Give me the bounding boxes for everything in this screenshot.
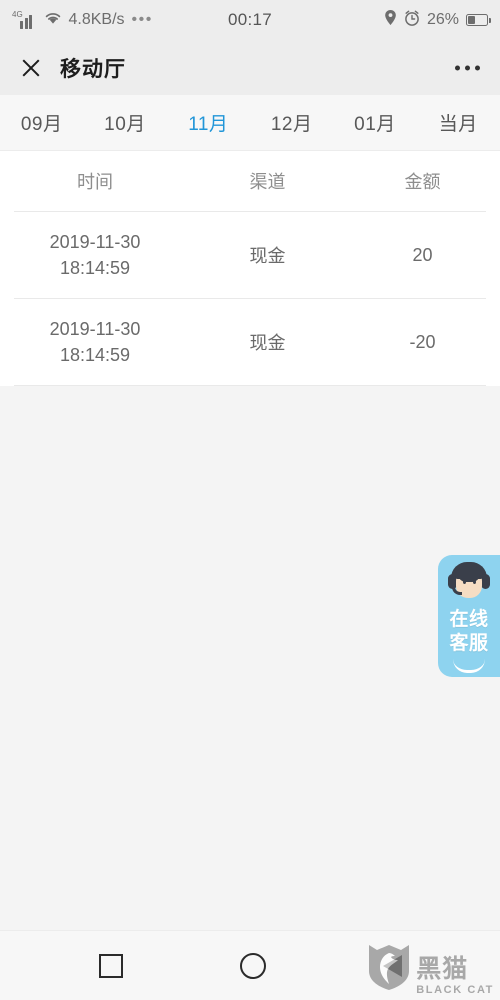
- watermark-en-text: BLACK CAT: [416, 984, 494, 996]
- phone-screen: 4G 4.8KB/s ••• 00:17 26% 移动厅 09月 10月 11月…: [0, 0, 500, 1000]
- cell-date: 2019-11-30: [49, 319, 141, 339]
- cell-time: 18:14:59: [59, 345, 131, 365]
- smile-arc-icon: [453, 659, 485, 673]
- battery-percent-label: 26%: [426, 11, 459, 28]
- column-header-amount: 金额: [404, 172, 441, 192]
- cell-date: 2019-11-30: [49, 232, 141, 252]
- cell-datetime: 2019-11-30 18:14:59: [0, 229, 190, 281]
- cell-time: 18:14:59: [59, 258, 131, 278]
- column-header-time: 时间: [77, 172, 113, 192]
- tab-month-01[interactable]: 01月: [333, 109, 416, 136]
- app-header: 移动厅: [0, 40, 500, 95]
- watermark-cn-text: 黑猫: [416, 955, 469, 983]
- more-options-icon[interactable]: [455, 65, 480, 70]
- table-header-row: 时间 渠道 金额: [0, 151, 500, 211]
- customer-service-label-line1: 在线: [449, 609, 489, 630]
- tab-current-month[interactable]: 当月: [417, 109, 500, 136]
- alarm-icon: [404, 10, 420, 31]
- table-row[interactable]: 2019-11-30 18:14:59 现金 -20: [0, 299, 500, 385]
- tab-month-11[interactable]: 11月: [167, 109, 250, 136]
- tab-month-09[interactable]: 09月: [0, 109, 83, 136]
- customer-service-button[interactable]: 在线 客服: [438, 555, 500, 677]
- status-bar: 4G 4.8KB/s ••• 00:17 26%: [0, 0, 500, 40]
- blackcat-shield-icon: [368, 943, 410, 996]
- column-header-channel: 渠道: [249, 172, 286, 192]
- blackcat-watermark: 黑猫 BLACK CAT: [368, 943, 494, 996]
- system-nav-bar: 黑猫 BLACK CAT: [0, 930, 500, 1000]
- empty-content-area: [0, 386, 500, 930]
- cell-amount: -20: [409, 331, 436, 352]
- cell-channel: 现金: [249, 333, 286, 353]
- tab-month-12[interactable]: 12月: [250, 109, 333, 136]
- cell-datetime: 2019-11-30 18:14:59: [0, 316, 190, 368]
- transaction-table: 时间 渠道 金额 2019-11-30 18:14:59 现金 20 2019-…: [0, 151, 500, 386]
- close-icon[interactable]: [20, 57, 42, 79]
- page-title: 移动厅: [60, 57, 126, 81]
- tab-month-10[interactable]: 10月: [83, 109, 166, 136]
- location-icon: [384, 9, 397, 31]
- status-bar-right: 26%: [384, 0, 491, 40]
- battery-icon: [466, 14, 491, 26]
- cell-amount: 20: [412, 244, 433, 265]
- blackcat-wordmark: 黑猫 BLACK CAT: [416, 957, 494, 996]
- customer-service-label-line2: 客服: [449, 633, 489, 654]
- table-row[interactable]: 2019-11-30 18:14:59 现金 20: [0, 212, 500, 298]
- month-tab-bar: 09月 10月 11月 12月 01月 当月: [0, 95, 500, 151]
- home-circle-icon[interactable]: [239, 952, 266, 979]
- headset-agent-icon: [446, 560, 492, 606]
- recents-square-icon[interactable]: [98, 953, 123, 978]
- cell-channel: 现金: [249, 246, 286, 266]
